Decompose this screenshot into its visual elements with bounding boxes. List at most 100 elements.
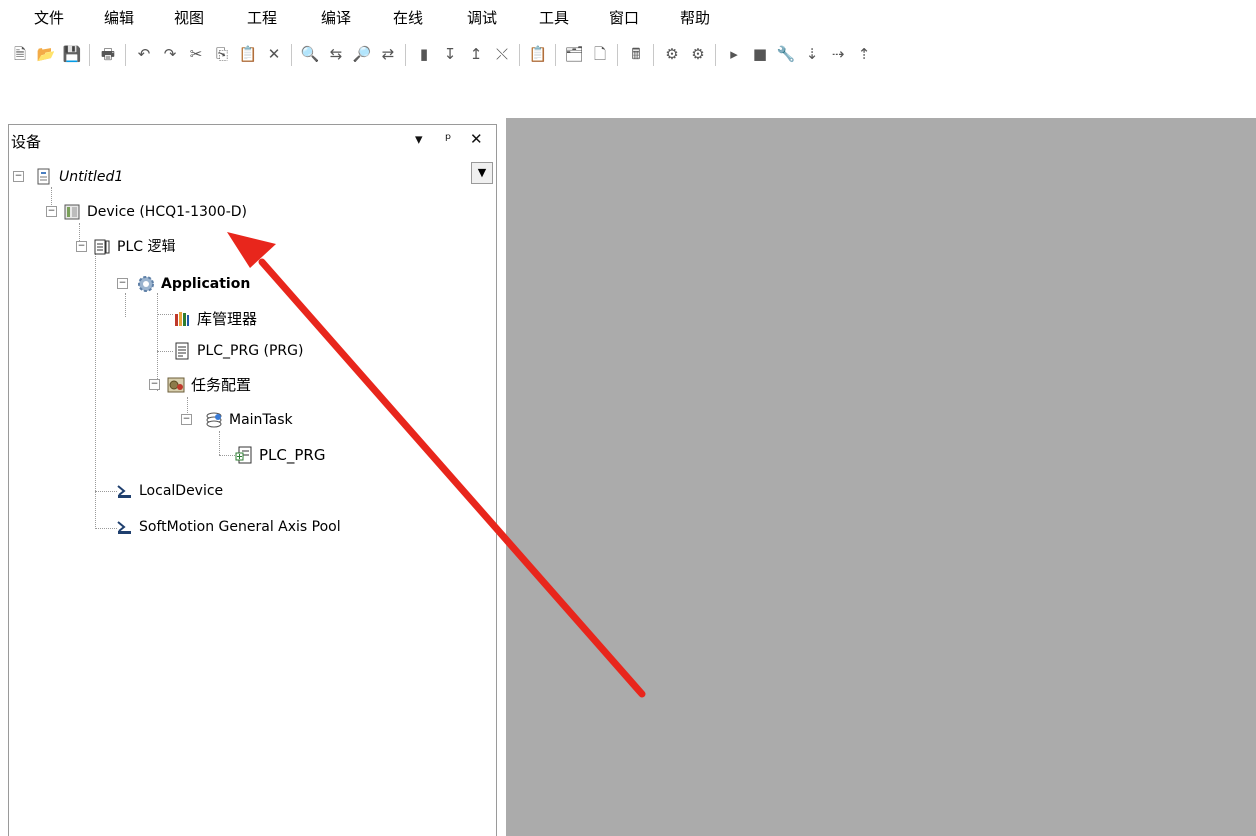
step-over-icon[interactable]: ⇣ bbox=[802, 44, 822, 64]
toolbar-separator bbox=[125, 44, 126, 66]
tree-item-label: 任务配置 bbox=[191, 376, 252, 394]
tree-connector bbox=[125, 293, 126, 317]
tree-item-main-task[interactable]: MainTask bbox=[205, 408, 293, 432]
panel-header: 设备 ▾ ᵖ ✕ bbox=[9, 125, 496, 155]
tree-item-label: PLC 逻辑 bbox=[117, 239, 176, 255]
logout-icon[interactable]: ⚙ bbox=[688, 44, 708, 64]
toolbar-separator bbox=[291, 44, 292, 66]
run-icon[interactable]: ▸ bbox=[724, 44, 744, 64]
bookmark-next-icon[interactable]: ↧ bbox=[440, 44, 460, 64]
reset-icon[interactable]: 🔧 bbox=[776, 44, 796, 64]
menu-view[interactable]: 视图 bbox=[174, 8, 204, 28]
tree-item-root[interactable]: Untitled1 bbox=[35, 165, 123, 189]
clipboard-icon[interactable]: 📋 bbox=[528, 44, 548, 64]
stop-icon[interactable]: ■ bbox=[750, 44, 770, 64]
new-project-icon[interactable]: 🗎 bbox=[10, 44, 30, 64]
axis-device-icon bbox=[117, 485, 131, 498]
menu-file[interactable]: 文件 bbox=[34, 8, 64, 28]
tree-item-label: Application bbox=[161, 276, 251, 292]
expander[interactable]: − bbox=[117, 278, 128, 289]
tree-item-label: Untitled1 bbox=[59, 169, 124, 185]
tree-dropdown-button[interactable]: ▼ bbox=[471, 162, 493, 184]
tree-connector bbox=[157, 314, 173, 315]
add-folder-icon[interactable]: 🗋 bbox=[590, 44, 610, 64]
expander[interactable]: − bbox=[149, 379, 160, 390]
plc-logic-icon bbox=[94, 239, 110, 255]
step-into-icon[interactable]: ⇢ bbox=[828, 44, 848, 64]
undo-icon[interactable]: ↶ bbox=[134, 44, 154, 64]
tree-connector bbox=[219, 455, 235, 456]
bookmark-clear-icon[interactable]: ⤬ bbox=[492, 44, 512, 64]
print-icon[interactable]: 🖶 bbox=[98, 44, 118, 64]
expander[interactable]: − bbox=[76, 241, 87, 252]
close-icon[interactable]: ✕ bbox=[470, 130, 483, 148]
toolbar-separator bbox=[89, 44, 90, 66]
menu-help[interactable]: 帮助 bbox=[680, 8, 710, 28]
tree-item-application[interactable]: Application bbox=[137, 272, 250, 296]
step-out-icon[interactable]: ⇡ bbox=[854, 44, 874, 64]
tree-item-axis-pool[interactable]: SoftMotion General Axis Pool bbox=[115, 515, 341, 539]
pin-icon[interactable]: ᵖ bbox=[445, 130, 451, 148]
expander[interactable]: − bbox=[13, 171, 24, 182]
find-next-icon[interactable]: 🔎 bbox=[352, 44, 372, 64]
library-icon bbox=[175, 312, 189, 326]
add-object-icon[interactable]: 🗂 bbox=[564, 44, 584, 64]
menu-project[interactable]: 工程 bbox=[247, 8, 277, 28]
paste-icon[interactable]: 📋 bbox=[238, 44, 258, 64]
devices-panel: 设备 ▾ ᵖ ✕ ▼ − Untitled1 − Device (HCQ1-13… bbox=[8, 124, 497, 836]
toolbar-separator bbox=[653, 44, 654, 66]
bookmark-icon[interactable]: ▮ bbox=[414, 44, 434, 64]
tree-connector bbox=[95, 247, 96, 529]
login-icon[interactable]: ⚙ bbox=[662, 44, 682, 64]
menu-window[interactable]: 窗口 bbox=[609, 8, 639, 28]
toolbar-separator bbox=[519, 44, 520, 66]
tree-item-library-manager[interactable]: 库管理器 bbox=[173, 307, 257, 331]
tree-item-task-prg[interactable]: PLC_PRG bbox=[235, 443, 325, 467]
copy-icon[interactable]: ⎘ bbox=[212, 44, 232, 64]
axis-pool-icon bbox=[117, 521, 131, 534]
menu-tools[interactable]: 工具 bbox=[539, 8, 569, 28]
menu-online[interactable]: 在线 bbox=[393, 8, 423, 28]
toolbar-separator bbox=[715, 44, 716, 66]
find-previous-icon[interactable]: ⇄ bbox=[378, 44, 398, 64]
save-icon[interactable]: 💾 bbox=[62, 44, 82, 64]
tree-connector bbox=[95, 491, 117, 492]
expander[interactable]: − bbox=[46, 206, 57, 217]
tree-item-local-device[interactable]: LocalDevice bbox=[115, 479, 223, 503]
toolbar-separator bbox=[405, 44, 406, 66]
replace-icon[interactable]: ⇆ bbox=[326, 44, 346, 64]
toolbar-separator bbox=[555, 44, 556, 66]
expander[interactable]: − bbox=[181, 414, 192, 425]
cut-icon[interactable]: ✂ bbox=[186, 44, 206, 64]
device-icon bbox=[64, 204, 80, 220]
redo-icon[interactable]: ↷ bbox=[160, 44, 180, 64]
find-icon[interactable]: 🔍 bbox=[300, 44, 320, 64]
tree-connector bbox=[219, 431, 220, 455]
tree-item-label: LocalDevice bbox=[139, 483, 224, 499]
tree-item-plc-logic[interactable]: PLC 逻辑 bbox=[93, 235, 175, 259]
calculator-icon[interactable]: 🖩 bbox=[626, 44, 646, 64]
toolbar-separator bbox=[617, 44, 618, 66]
delete-icon[interactable]: ✕ bbox=[264, 44, 284, 64]
menu-bar: 文件 编辑 视图 工程 编译 在线 调试 工具 窗口 帮助 bbox=[0, 0, 1256, 36]
tree-connector bbox=[157, 293, 158, 391]
tree-item-device[interactable]: Device (HCQ1-1300-D) bbox=[63, 200, 247, 224]
tree-item-label: Device (HCQ1-1300-D) bbox=[87, 204, 247, 220]
open-project-icon[interactable]: 📂 bbox=[36, 44, 56, 64]
tree-item-label: 库管理器 bbox=[197, 310, 258, 328]
program-call-icon bbox=[235, 446, 252, 464]
tree-item-label: PLC_PRG (PRG) bbox=[197, 343, 304, 359]
panel-menu-dropdown-icon[interactable]: ▾ bbox=[415, 130, 423, 148]
tree-item-plc-prg[interactable]: PLC_PRG (PRG) bbox=[173, 339, 303, 363]
panel-title: 设备 bbox=[11, 133, 42, 151]
bookmark-previous-icon[interactable]: ↥ bbox=[466, 44, 486, 64]
task-config-icon bbox=[167, 377, 185, 393]
menu-build[interactable]: 编译 bbox=[321, 8, 351, 28]
tree-connector bbox=[95, 528, 117, 529]
tree-item-label: MainTask bbox=[229, 412, 293, 428]
menu-edit[interactable]: 编辑 bbox=[104, 8, 134, 28]
menu-debug[interactable]: 调试 bbox=[467, 8, 497, 28]
project-icon bbox=[37, 168, 50, 185]
tree-item-task-config[interactable]: 任务配置 bbox=[167, 373, 251, 397]
tree-item-label: PLC_PRG bbox=[259, 446, 326, 464]
